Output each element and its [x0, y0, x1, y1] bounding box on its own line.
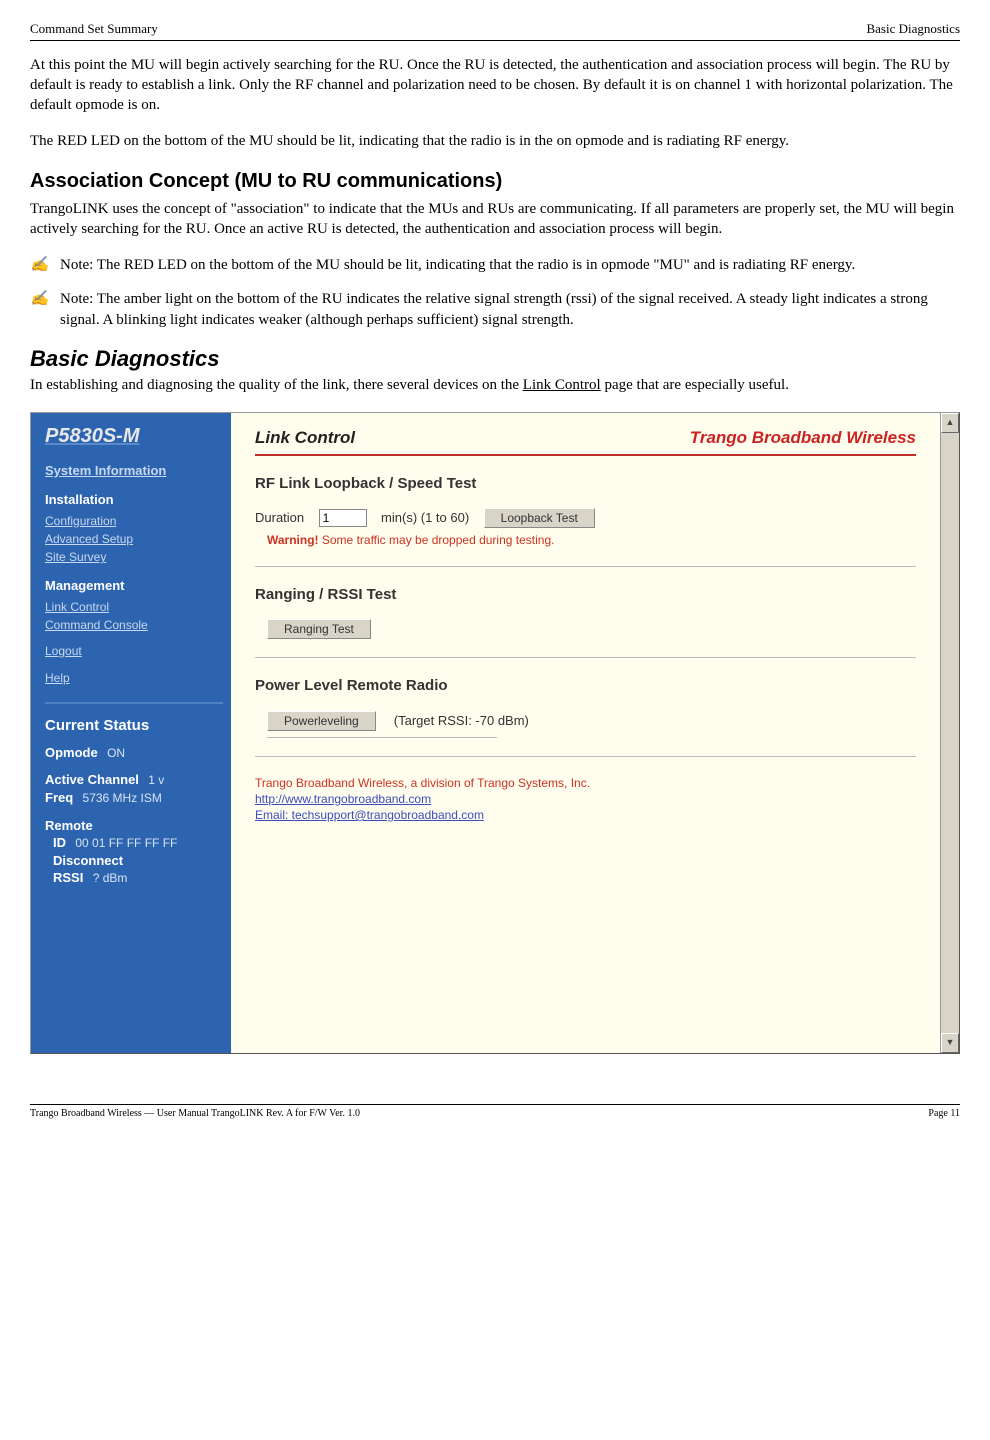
page-footer: Trango Broadband Wireless — User Manual …: [30, 1104, 960, 1121]
opmode-label: Opmode: [45, 745, 98, 760]
paragraph-1: At this point the MU will begin actively…: [30, 55, 960, 116]
opmode-value: ON: [107, 746, 125, 760]
header-left: Command Set Summary: [30, 20, 158, 38]
footer-links: Trango Broadband Wireless, a division of…: [255, 775, 916, 824]
note-icon: ✍: [30, 289, 60, 330]
remote-id: ID 00 01 FF FF FF FF: [45, 834, 223, 852]
status-active-channel: Active Channel 1 v: [45, 771, 223, 789]
current-status-heading: Current Status: [45, 716, 223, 736]
power-row: Powerleveling (Target RSSI: -70 dBm): [255, 711, 916, 731]
freq-value: 5736 MHz ISM: [83, 791, 162, 805]
sidebar-divider: [45, 702, 223, 704]
main-panel: Link Control Trango Broadband Wireless R…: [231, 413, 940, 1053]
section-rf-loopback: RF Link Loopback / Speed Test: [255, 474, 916, 494]
brand-text: Trango Broadband Wireless: [690, 427, 916, 450]
heading-association: Association Concept (MU to RU communicat…: [30, 168, 960, 195]
loopback-row: Duration min(s) (1 to 60) Loopback Test: [255, 508, 916, 528]
nav-command-console[interactable]: Command Console: [45, 617, 223, 633]
id-value: 00 01 FF FF FF FF: [75, 836, 177, 850]
footer-left: Trango Broadband Wireless — User Manual …: [30, 1107, 360, 1121]
status-remote: Remote ID 00 01 FF FF FF FF Disconnect R…: [45, 817, 223, 887]
page-header: Command Set Summary Basic Diagnostics: [30, 20, 960, 41]
nav-help[interactable]: Help: [45, 670, 223, 686]
title-rule: [255, 454, 916, 456]
rssi-label: RSSI: [53, 870, 83, 885]
paragraph-2: The RED LED on the bottom of the MU shou…: [30, 131, 960, 151]
company-line: Trango Broadband Wireless, a division of…: [255, 776, 590, 790]
p4b-link-control: Link Control: [523, 377, 601, 393]
footer-right: Page 11: [928, 1107, 960, 1121]
nav-system-information[interactable]: System Information: [45, 462, 223, 480]
scrollbar[interactable]: ▲ ▼: [940, 413, 959, 1053]
freq-label: Freq: [45, 790, 73, 805]
company-email[interactable]: Email: techsupport@trangobroadband.com: [255, 807, 916, 823]
status-freq: Freq 5736 MHz ISM: [45, 789, 223, 807]
nav-management: Management: [45, 577, 223, 595]
embedded-screenshot: P5830S-M System Information Installation…: [30, 412, 960, 1054]
remote-label: Remote: [45, 818, 93, 833]
heading-diagnostics: Basic Diagnostics: [30, 344, 960, 374]
powerleveling-button[interactable]: Powerleveling: [267, 711, 376, 731]
paragraph-3: TrangoLINK uses the concept of "associat…: [30, 199, 960, 240]
section-power-level: Power Level Remote Radio: [255, 676, 916, 696]
note-1: ✍ Note: The RED LED on the bottom of the…: [30, 255, 960, 275]
duration-units: min(s) (1 to 60): [381, 510, 469, 525]
nav-configuration[interactable]: Configuration: [45, 513, 223, 529]
warning-rest: Some traffic may be dropped during testi…: [319, 533, 555, 547]
note-2-text: Note: The amber light on the bottom of t…: [60, 289, 960, 330]
warning-bold: Warning!: [267, 533, 319, 547]
active-channel-value: 1 v: [148, 773, 164, 787]
duration-label: Duration: [255, 510, 304, 525]
id-label: ID: [53, 835, 66, 850]
page-title: Link Control: [255, 427, 355, 450]
sidebar-brand: P5830S-M: [45, 423, 223, 450]
power-underline: [267, 737, 497, 738]
header-right: Basic Diagnostics: [866, 20, 960, 38]
section-ranging: Ranging / RSSI Test: [255, 585, 916, 605]
sidebar: P5830S-M System Information Installation…: [31, 413, 231, 1053]
main-titlebar: Link Control Trango Broadband Wireless: [255, 427, 916, 450]
scroll-down-icon[interactable]: ▼: [941, 1033, 959, 1053]
disconnect-label: Disconnect: [53, 853, 123, 868]
rssi-value: ? dBm: [93, 871, 128, 885]
nav-link-control[interactable]: Link Control: [45, 599, 223, 615]
note-2: ✍ Note: The amber light on the bottom of…: [30, 289, 960, 330]
duration-input[interactable]: [319, 509, 367, 527]
nav-site-survey[interactable]: Site Survey: [45, 549, 223, 565]
paragraph-4: In establishing and diagnosing the quali…: [30, 375, 960, 395]
note-1-text: Note: The RED LED on the bottom of the M…: [60, 255, 960, 275]
nav-logout[interactable]: Logout: [45, 643, 223, 659]
nav-advanced-setup[interactable]: Advanced Setup: [45, 531, 223, 547]
divider-2: [255, 657, 916, 658]
ranging-test-button[interactable]: Ranging Test: [267, 619, 371, 639]
remote-rssi: RSSI ? dBm: [45, 869, 223, 887]
note-icon: ✍: [30, 255, 60, 275]
p4c: page that are especially useful.: [601, 377, 789, 393]
target-rssi: (Target RSSI: -70 dBm): [394, 713, 529, 728]
scroll-up-icon[interactable]: ▲: [941, 413, 959, 433]
warning-text: Warning! Some traffic may be dropped dur…: [255, 532, 916, 548]
active-channel-label: Active Channel: [45, 772, 139, 787]
status-opmode: Opmode ON: [45, 744, 223, 762]
divider-1: [255, 566, 916, 567]
p4a: In establishing and diagnosing the quali…: [30, 377, 523, 393]
nav-installation: Installation: [45, 491, 223, 509]
divider-3: [255, 756, 916, 757]
loopback-test-button[interactable]: Loopback Test: [484, 508, 595, 528]
company-url[interactable]: http://www.trangobroadband.com: [255, 791, 916, 807]
